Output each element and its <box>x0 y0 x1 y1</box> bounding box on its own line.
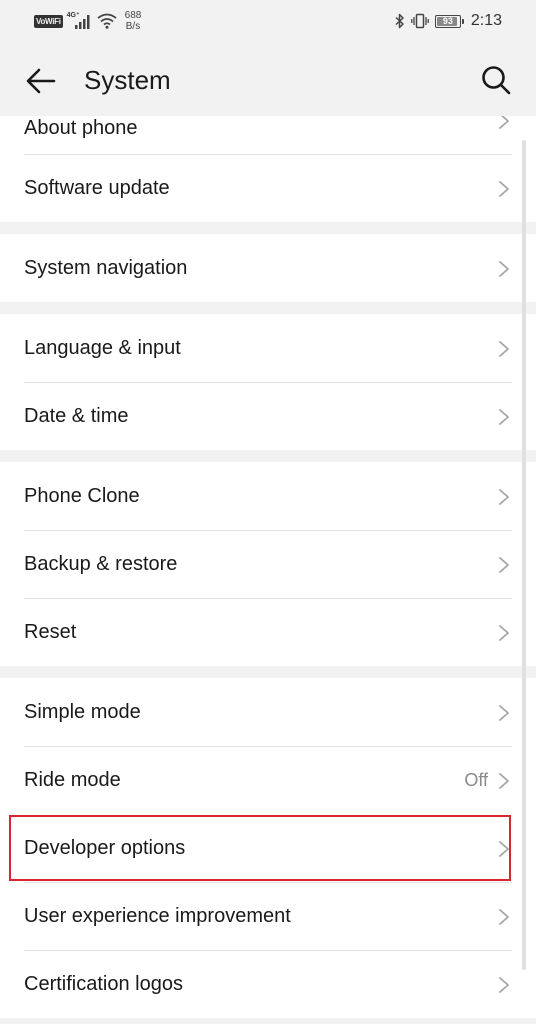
settings-item-label: Reset <box>24 621 77 643</box>
settings-item-phone-clone[interactable]: Phone Clone <box>0 462 536 530</box>
settings-list[interactable]: About phone Software update System navig… <box>0 116 536 1024</box>
chevron-right-icon <box>499 409 509 425</box>
bluetooth-icon <box>395 13 404 29</box>
chevron-right-icon <box>499 705 509 721</box>
status-bar: VoWiFi 4G⁺ 688 B/s 93 2:13 <box>0 0 536 44</box>
settings-item-language-input[interactable]: Language & input <box>0 314 536 382</box>
group-divider <box>0 666 536 678</box>
settings-item-label: Backup & restore <box>24 553 178 575</box>
chevron-right-icon <box>499 773 509 789</box>
status-clock: 2:13 <box>470 12 502 29</box>
settings-item-label: Date & time <box>24 405 129 427</box>
battery-level: 93 <box>442 15 453 26</box>
settings-group-backup: Phone Clone Backup & restore Reset <box>0 462 536 666</box>
search-button[interactable] <box>480 64 512 96</box>
settings-item-certification-logos[interactable]: Certification logos <box>0 950 536 1018</box>
settings-item-system-navigation[interactable]: System navigation <box>0 234 536 302</box>
vibrate-icon <box>411 13 429 29</box>
settings-item-reset[interactable]: Reset <box>0 598 536 666</box>
cellular-signal-icon: 4G⁺ <box>67 12 93 29</box>
battery-icon: 93 <box>434 14 464 28</box>
network-speed-unit: B/s <box>125 21 141 32</box>
settings-item-label: Software update <box>24 177 170 199</box>
arrow-left-icon <box>26 68 56 94</box>
settings-item-developer-options[interactable]: Developer options <box>8 814 512 882</box>
settings-item-software-update[interactable]: Software update <box>0 154 536 222</box>
group-divider <box>0 222 536 234</box>
settings-item-about-phone[interactable]: About phone <box>0 116 536 154</box>
chevron-right-icon <box>499 181 509 197</box>
settings-item-label: System navigation <box>24 257 188 279</box>
settings-item-label: Developer options <box>24 837 186 859</box>
settings-group-modes: Simple mode Ride mode Off Developer opti… <box>0 678 536 1018</box>
settings-item-backup-restore[interactable]: Backup & restore <box>0 530 536 598</box>
network-speed: 688 B/s <box>125 10 142 32</box>
chevron-right-icon <box>499 625 509 641</box>
page-title: System <box>84 65 171 95</box>
status-left: VoWiFi 4G⁺ 688 B/s <box>34 10 141 32</box>
chevron-right-icon <box>499 489 509 505</box>
group-divider <box>0 450 536 462</box>
settings-item-date-time[interactable]: Date & time <box>0 382 536 450</box>
signal-bars-icon <box>74 15 90 29</box>
scrollbar[interactable] <box>522 140 526 970</box>
chevron-right-icon <box>499 341 509 357</box>
group-divider <box>0 302 536 314</box>
search-icon <box>482 66 511 95</box>
chevron-right-icon <box>499 909 509 925</box>
ride-mode-status: Off <box>464 770 488 790</box>
settings-group-navigation: System navigation <box>0 234 536 302</box>
settings-item-label: Certification logos <box>24 973 183 995</box>
vowifi-badge: VoWiFi <box>34 14 63 28</box>
app-bar: System <box>0 44 536 116</box>
settings-item-ride-mode[interactable]: Ride mode Off <box>0 746 536 814</box>
chevron-right-icon <box>499 841 509 857</box>
settings-item-label: Phone Clone <box>24 485 140 507</box>
settings-group-language: Language & input Date & time <box>0 314 536 450</box>
settings-item-label: User experience improvement <box>24 905 291 927</box>
chevron-right-icon <box>499 977 509 993</box>
wifi-icon <box>97 13 117 29</box>
chevron-right-icon <box>499 557 509 573</box>
chevron-right-icon <box>499 261 509 277</box>
settings-item-label: Ride mode <box>24 769 121 791</box>
settings-item-simple-mode[interactable]: Simple mode <box>0 678 536 746</box>
settings-item-label: Simple mode <box>24 701 141 723</box>
back-button[interactable] <box>24 64 58 98</box>
settings-item-label: Language & input <box>24 337 181 359</box>
chevron-right-icon <box>499 116 509 129</box>
status-right: 93 2:13 <box>395 12 502 30</box>
settings-group-about: About phone Software update <box>0 116 536 222</box>
network-speed-value: 688 <box>124 10 142 21</box>
settings-item-user-experience-improvement[interactable]: User experience improvement <box>0 882 536 950</box>
